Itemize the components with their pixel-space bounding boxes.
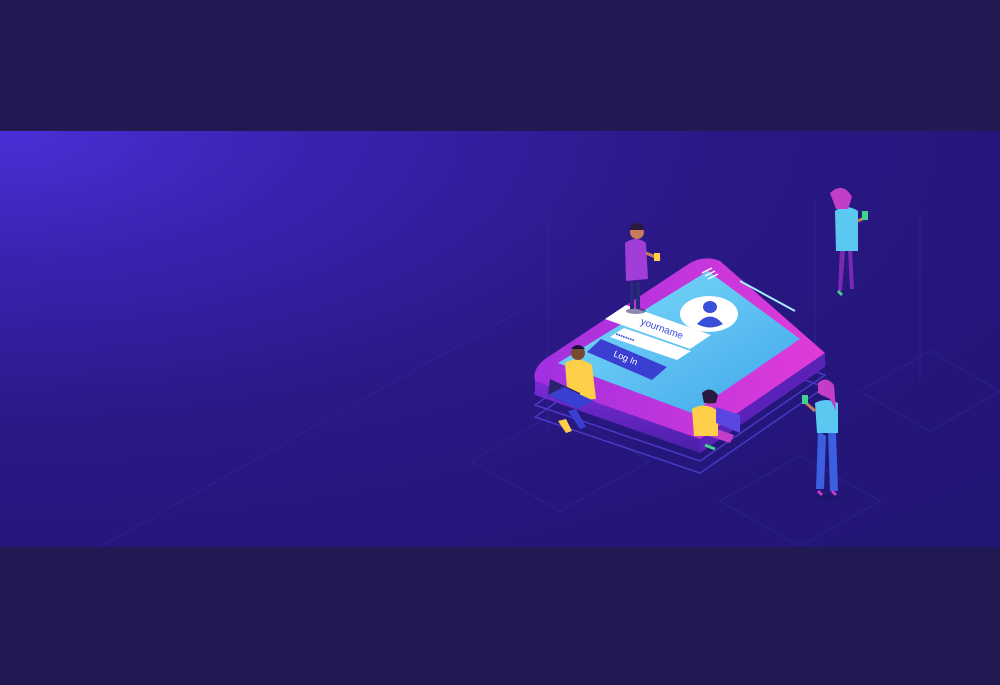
isometric-login-illustration: yourname •••••••• Log In (0, 131, 1000, 547)
bottom-band (0, 547, 1000, 685)
top-band (0, 0, 1000, 131)
person-woman-standing (802, 379, 840, 500)
page: yourname •••••••• Log In (0, 0, 1000, 685)
person-woman-top-right (830, 187, 868, 297)
hero-banner: yourname •••••••• Log In (0, 131, 1000, 547)
user-avatar-icon (680, 296, 738, 332)
background-grid (0, 131, 1000, 547)
